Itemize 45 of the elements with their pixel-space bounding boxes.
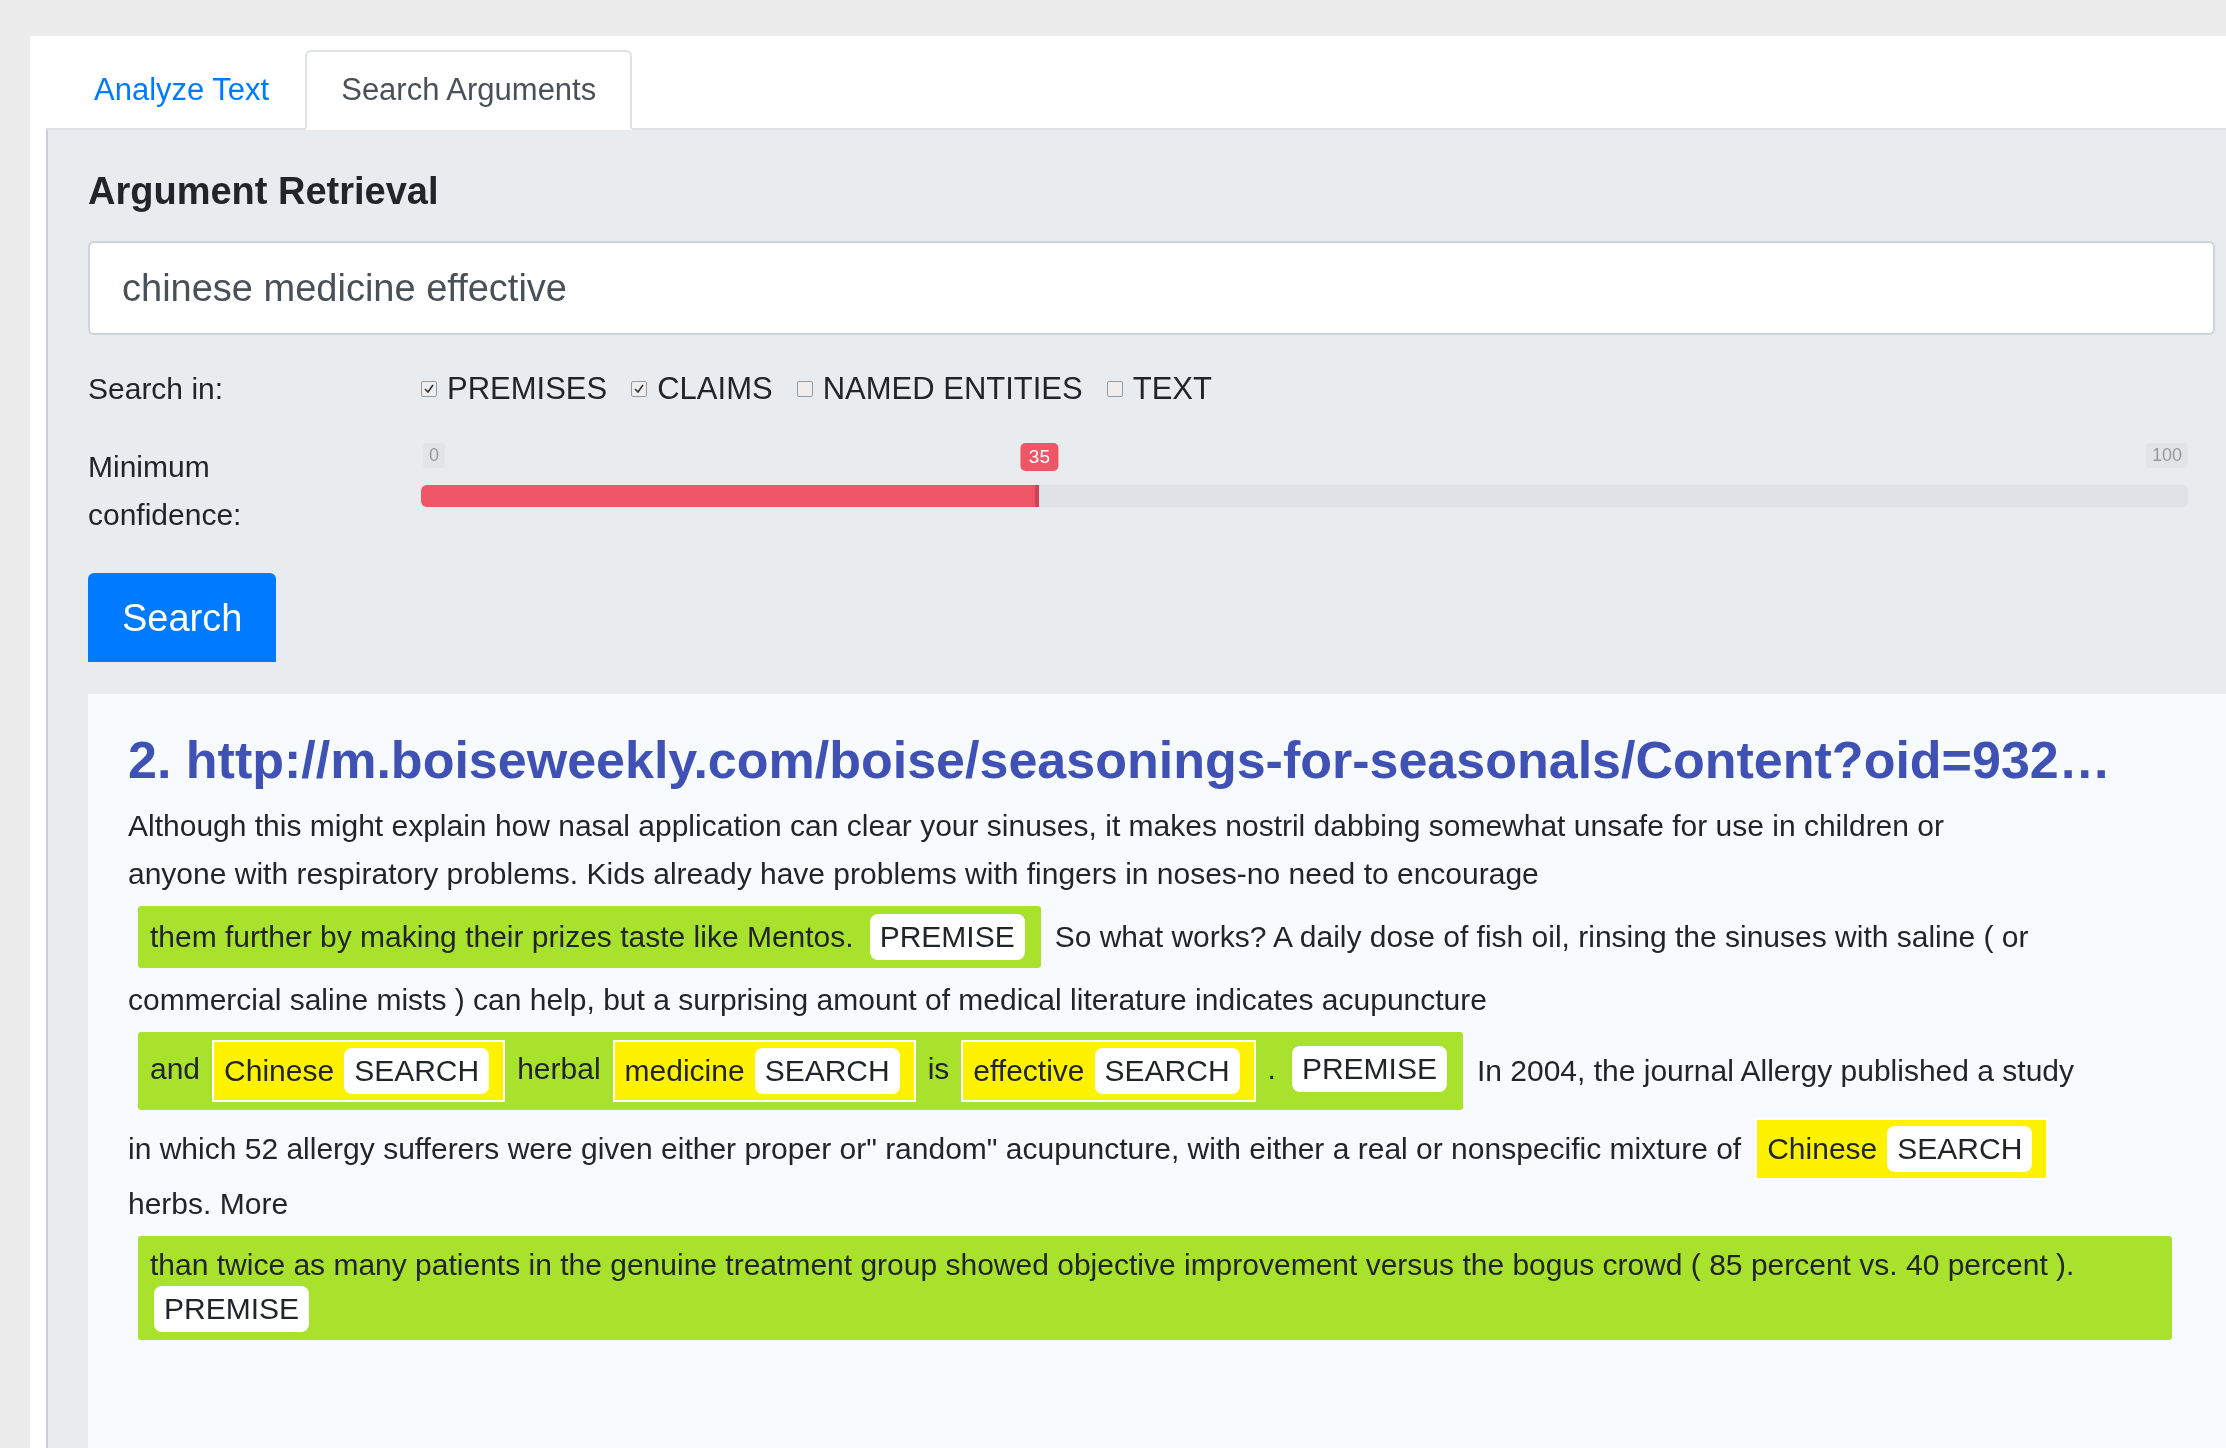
- slider-fill[interactable]: [421, 485, 1040, 507]
- premise-text: herbal: [517, 1051, 601, 1085]
- confidence-label: Minimum confidence:: [88, 449, 243, 533]
- result-link[interactable]: 2. http://m.boiseweekly.com/boise/seasonings-for-seasonals/Content?oid=932…: [128, 730, 2186, 790]
- slider-value: 35: [1020, 443, 1058, 471]
- search-field[interactable]: chinese medicine effective: [88, 241, 2215, 335]
- search-term-highlight: medicine SEARCH: [612, 1040, 916, 1102]
- option-checkbox[interactable]: PREMISES: [421, 371, 608, 407]
- result-text: Although this might explain how nasal application can clear your sinuses, it makes nostril dabbing somewhat unsafe for use in children or: [128, 808, 1944, 844]
- search-term-highlight: effective SEARCH: [961, 1040, 1256, 1102]
- search-tag: SEARCH: [344, 1048, 490, 1094]
- search-in-label: Search in:: [88, 371, 225, 407]
- premise-text: them further by making their prizes taste like Mentos.: [150, 920, 854, 953]
- result-text: commercial saline mists ) can help, but a surprising amount of medical literature indicates acupuncture: [128, 982, 1487, 1018]
- premise-tag: PREMISE: [154, 1286, 310, 1332]
- tab[interactable]: Search Arguments: [305, 50, 633, 130]
- premise-text: .: [1267, 1051, 1276, 1085]
- slider-track[interactable]: [421, 485, 2188, 507]
- option-checkbox[interactable]: CLAIMS: [631, 371, 773, 407]
- result-text: herbs. More: [128, 1186, 289, 1222]
- slider-min-label: 0: [423, 443, 445, 468]
- result-text: In 2004, the journal Allergy published a study: [1476, 1053, 2074, 1089]
- slider-max-label: 100: [2145, 443, 2188, 468]
- search-term-highlight: Chinese SEARCH: [1755, 1118, 2049, 1180]
- premise-tag: PREMISE: [1291, 1045, 1447, 1092]
- checkbox-icon[interactable]: [796, 381, 813, 397]
- checkbox-icon[interactable]: [1106, 381, 1123, 397]
- option-checkbox[interactable]: NAMED ENTITIES: [796, 371, 1083, 407]
- search-tag: SEARCH: [1094, 1048, 1240, 1094]
- search-button[interactable]: Search: [88, 573, 277, 662]
- checkbox-icon[interactable]: [421, 381, 437, 397]
- premise-text: and: [150, 1051, 201, 1085]
- premise-text: is: [927, 1051, 950, 1085]
- search-term-highlight: Chinese SEARCH: [212, 1040, 506, 1102]
- option-checkbox[interactable]: TEXT: [1106, 371, 1212, 407]
- premise-tag: PREMISE: [869, 914, 1025, 960]
- premise-text: than twice as many patients in the genuine treatment group showed objective improvement versus the bogus crowd ( 85 percent vs. 40 percent ).: [150, 1248, 2075, 1281]
- result-text: So what works? A daily dose of fish oil, rinsing the sinuses with saline ( or: [1054, 919, 2029, 955]
- tab[interactable]: Analyze Text: [58, 50, 306, 130]
- result-text: in which 52 allergy sufferers were given either proper or" random" acupuncture, with either a real or nonspecific mixture of: [128, 1131, 1742, 1167]
- search-tag: SEARCH: [1887, 1126, 2033, 1172]
- search-tag: SEARCH: [754, 1048, 900, 1094]
- checkbox-icon[interactable]: [631, 381, 648, 397]
- section-title: Argument Retrieval: [88, 170, 440, 213]
- result-text: anyone with respiratory problems. Kids already have problems with fingers in noses-no need to encourage: [128, 856, 1539, 892]
